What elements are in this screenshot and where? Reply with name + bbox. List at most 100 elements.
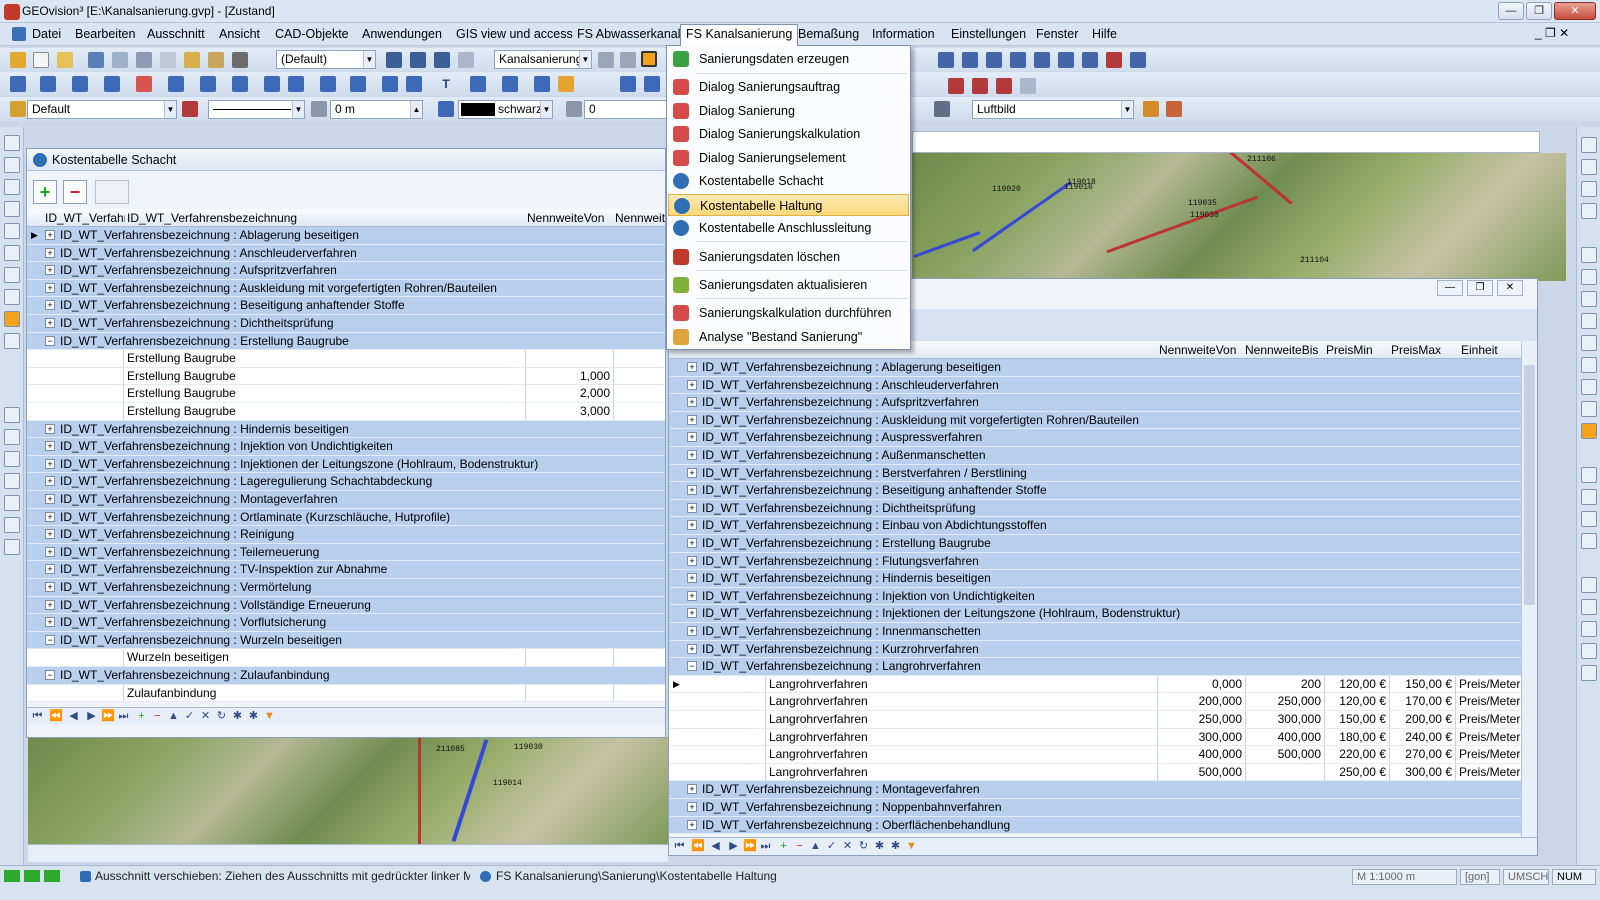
expand-icon[interactable]: + bbox=[45, 318, 55, 328]
nav-left-icon[interactable] bbox=[1581, 159, 1597, 175]
collapse-icon[interactable]: − bbox=[687, 661, 697, 672]
info-delete-icon[interactable] bbox=[1106, 52, 1122, 68]
cell-preis-max[interactable]: 170,00 € bbox=[1389, 693, 1455, 711]
expand-icon[interactable]: + bbox=[45, 282, 55, 293]
table-group-row[interactable]: + ID_WT_Verfahrensbezeichnung : Dichtheit… bbox=[27, 315, 665, 333]
snap-perp-icon[interactable] bbox=[1581, 599, 1597, 615]
table-group-row[interactable]: + ID_WT_Verfahrensbezeichnung : Montageve… bbox=[27, 491, 665, 509]
table-row[interactable]: Erstellung Baugrube bbox=[27, 350, 665, 368]
nav-add-icon[interactable]: + bbox=[777, 840, 790, 853]
col-id[interactable]: ID_WT_Verfahre bbox=[45, 211, 125, 225]
expand-icon[interactable]: + bbox=[687, 379, 697, 390]
arrow-icon[interactable] bbox=[264, 76, 280, 92]
zoom-in-icon[interactable] bbox=[1581, 247, 1597, 263]
nav-prev-icon[interactable]: ◀ bbox=[67, 710, 80, 723]
table-row[interactable]: Langrohrverfahren 500,000 250,00 €300,00 €… bbox=[669, 763, 1521, 782]
table-group-row[interactable]: + ID_WT_Verfahrensbezeichnung : Hindernis… bbox=[27, 420, 665, 439]
cell-nennweite-bis[interactable] bbox=[613, 649, 665, 667]
table-group-row[interactable]: − ID_WT_Verfahrensbezeichnung : Langrohrv… bbox=[669, 658, 1521, 676]
nav-last-icon[interactable]: ⏭ bbox=[117, 710, 130, 723]
cell-bezeichnung[interactable]: Wurzeln beseitigen bbox=[123, 649, 525, 667]
nav-add-icon[interactable]: + bbox=[135, 710, 148, 723]
table-group-row[interactable]: + ID_WT_Verfahrensbezeichnung : Vollständ… bbox=[27, 596, 665, 615]
panel-maximize-button[interactable]: ❐ bbox=[1467, 280, 1493, 296]
nav-filter-icon[interactable]: ▼ bbox=[905, 840, 918, 853]
expand-icon[interactable]: + bbox=[687, 590, 697, 601]
table-row[interactable]: Langrohrverfahren 400,000 500,000 220,00 €2… bbox=[669, 746, 1521, 764]
vertical-scrollbar[interactable] bbox=[1521, 341, 1537, 837]
table-group-row[interactable]: + ID_WT_Verfahrensbezeichnung : Teilerneu… bbox=[27, 543, 665, 562]
nav-right-icon[interactable] bbox=[1581, 181, 1597, 197]
expand-icon[interactable]: + bbox=[687, 626, 697, 636]
measure-icon[interactable] bbox=[288, 76, 304, 92]
collapse-icon[interactable]: − bbox=[45, 335, 55, 346]
table-group-row[interactable]: + ID_WT_Verfahrensbezeichnung : Ortlamina… bbox=[27, 508, 665, 527]
expand-icon[interactable]: + bbox=[45, 546, 55, 557]
nav-prev-page-icon[interactable]: ⏪ bbox=[691, 840, 705, 853]
ellipse-icon[interactable] bbox=[350, 76, 366, 92]
cell-nennweite-von[interactable]: 200,000 bbox=[1157, 693, 1245, 711]
expand-icon[interactable]: + bbox=[45, 265, 55, 276]
col-preis-min[interactable]: PreisMin bbox=[1326, 343, 1386, 357]
cell-nennweite-bis[interactable]: 400,000 bbox=[1245, 728, 1324, 746]
cell-preis-min[interactable]: 220,00 € bbox=[1324, 746, 1389, 764]
table-row[interactable]: Langrohrverfahren 250,000 300,000 150,00 €2… bbox=[669, 711, 1521, 729]
table-row[interactable]: ▶ Langrohrverfahren 0,000 200 120,00 €150,00… bbox=[669, 675, 1521, 694]
nav-cancel-icon[interactable]: ✕ bbox=[841, 840, 854, 853]
nav-next-icon[interactable]: ▶ bbox=[727, 840, 740, 853]
table-group-row[interactable]: + ID_WT_Verfahrensbezeichnung : Aufspritz… bbox=[27, 262, 665, 280]
minimize-button[interactable]: — bbox=[1498, 2, 1524, 20]
print-preview-icon[interactable] bbox=[88, 52, 104, 68]
table-group-row[interactable]: + ID_WT_Verfahrensbezeichnung : Anschleud… bbox=[27, 244, 665, 263]
hatch-icon[interactable] bbox=[232, 76, 248, 92]
table-group-row[interactable]: − ID_WT_Verfahrensbezeichnung : Zulaufanb… bbox=[27, 667, 665, 685]
expand-icon[interactable]: + bbox=[45, 230, 55, 240]
map-props-icon[interactable] bbox=[934, 101, 950, 117]
edit-extend-icon[interactable] bbox=[4, 429, 20, 445]
expand-icon[interactable]: + bbox=[45, 529, 55, 540]
cell-nennweite-bis[interactable]: 200 bbox=[1245, 675, 1324, 693]
cell-nennweite-von[interactable]: 400,000 bbox=[1157, 746, 1245, 764]
new-file-icon[interactable] bbox=[33, 52, 49, 68]
cell-bezeichnung[interactable]: Langrohrverfahren bbox=[765, 763, 1157, 781]
info-line-icon[interactable] bbox=[962, 52, 978, 68]
menu-hilfe[interactable]: Hilfe bbox=[1092, 27, 1117, 41]
zoom-scale-icon[interactable] bbox=[1581, 357, 1597, 373]
info-angle-icon[interactable] bbox=[1034, 52, 1050, 68]
panel-minimize-button[interactable]: — bbox=[1437, 280, 1463, 296]
layer-icon[interactable] bbox=[10, 101, 26, 117]
nav-goto-icon[interactable]: ✱ bbox=[247, 710, 260, 723]
table-group-row[interactable]: + ID_WT_Verfahrensbezeichnung : Injektion… bbox=[669, 587, 1521, 606]
table-row[interactable]: Erstellung Baugrube 2,000 bbox=[27, 385, 665, 403]
col-nennweite-bis[interactable]: NennweiteBis bbox=[1245, 343, 1325, 357]
pencil-icon[interactable] bbox=[10, 52, 26, 68]
info-distance-icon[interactable] bbox=[1010, 52, 1026, 68]
edit-cut-icon[interactable] bbox=[4, 517, 20, 533]
info-area-icon[interactable] bbox=[986, 52, 1002, 68]
cell-nennweite-von[interactable]: 0,000 bbox=[1157, 675, 1245, 693]
menu-fs-abwasserkanal[interactable]: FS Abwasserkanal bbox=[577, 27, 681, 41]
cell-preis-max[interactable]: 150,00 € bbox=[1389, 675, 1455, 693]
table-group-row[interactable]: + ID_WT_Verfahrensbezeichnung : Erstellun… bbox=[669, 535, 1521, 553]
expand-icon[interactable]: + bbox=[687, 538, 697, 548]
expand-icon[interactable]: + bbox=[45, 494, 55, 504]
nav-up-icon[interactable] bbox=[1581, 137, 1597, 153]
aerial-settings-icon[interactable] bbox=[1166, 101, 1182, 117]
menu-fs-kanalsanierung[interactable]: FS Kanalsanierung bbox=[680, 24, 799, 46]
snap-cross-icon[interactable] bbox=[1581, 577, 1597, 593]
col-nennweite-von[interactable]: NennweiteVon bbox=[527, 211, 612, 225]
table-group-row[interactable]: ▶ + ID_WT_Verfahrensbezeichnung : Ablageru… bbox=[27, 227, 665, 245]
restore-button[interactable]: ❐ bbox=[1526, 2, 1552, 20]
nav-refresh-icon[interactable]: ↻ bbox=[215, 710, 228, 723]
draw-square-icon[interactable] bbox=[4, 223, 20, 239]
snap-center-icon[interactable] bbox=[1581, 533, 1597, 549]
table-group-row[interactable]: + ID_WT_Verfahrensbezeichnung : Lageregul… bbox=[27, 473, 665, 491]
snap-end-icon[interactable] bbox=[1581, 489, 1597, 505]
expand-icon[interactable]: + bbox=[687, 573, 697, 584]
cell-bezeichnung[interactable]: Langrohrverfahren bbox=[765, 675, 1157, 693]
menu-item-sanierungsdaten-loeschen[interactable]: Sanierungsdaten löschen bbox=[668, 246, 909, 268]
draw-node-icon[interactable] bbox=[4, 267, 20, 283]
raster-icon[interactable] bbox=[534, 76, 550, 92]
draw-active-icon[interactable] bbox=[4, 311, 20, 327]
menu-gis-view[interactable]: GIS view und access bbox=[456, 27, 573, 41]
